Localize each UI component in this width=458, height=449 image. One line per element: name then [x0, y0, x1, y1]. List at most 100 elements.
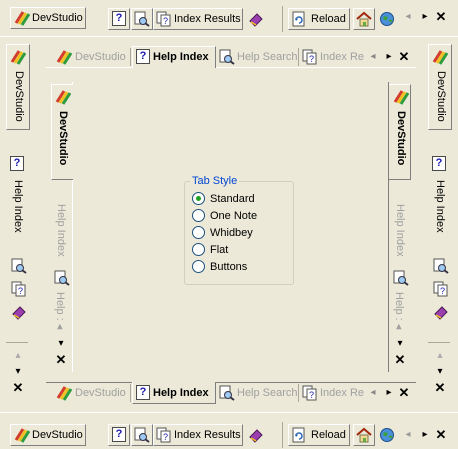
tab-close-button[interactable]: ✕ [398, 50, 410, 63]
reload-button[interactable]: Reload [288, 424, 350, 446]
home-icon [356, 11, 372, 27]
tab-devstudio[interactable]: DevStudio [54, 48, 130, 68]
svg-text:?: ? [163, 432, 168, 442]
scroll-right-button[interactable]: ▸ [419, 429, 431, 441]
close-button[interactable]: ✕ [435, 10, 447, 23]
book-button[interactable] [245, 8, 267, 30]
tab-scroll-down-button[interactable]: ▾ [55, 338, 67, 350]
web-button[interactable] [376, 424, 398, 446]
radio-one-note[interactable]: One Note [192, 209, 288, 224]
purple-book-icon[interactable] [433, 304, 449, 320]
help-book-icon: ? [136, 49, 150, 64]
tab-help-index-label: Help Index [55, 204, 67, 257]
tab-help-index[interactable]: ? Help Index [132, 46, 216, 68]
purple-book-icon[interactable] [11, 304, 27, 320]
tab-help-index-label: Help Index [153, 387, 209, 399]
index-results-icon: ? [156, 11, 171, 27]
tab-scroll-left-button[interactable]: ◂ [367, 387, 379, 399]
help-book-icon: ? [136, 385, 150, 400]
svg-text:?: ? [309, 390, 314, 400]
index-results-button[interactable]: ? Index Results [153, 8, 243, 30]
tab-help-index-vertical[interactable]: ? Help Index [428, 152, 452, 242]
tab-help-index-vertical[interactable]: Help Index [51, 180, 73, 268]
tab-help-search[interactable]: Help Search [218, 48, 298, 68]
tab-index-results[interactable]: ? Index Re [301, 48, 369, 68]
index-results-icon: ? [156, 427, 171, 443]
tab-close-button[interactable]: ✕ [398, 386, 410, 399]
radio-standard[interactable]: Standard [192, 192, 288, 207]
tab-style-group: Tab Style Standard One Note Whidbey Flat… [184, 175, 294, 285]
search-doc-icon[interactable] [393, 270, 409, 286]
help-book-icon: ? [10, 156, 24, 171]
tab-scroll-right-button[interactable]: ▸ [383, 387, 395, 399]
tab-close-button[interactable]: ✕ [394, 353, 406, 366]
tab-scroll-left-button[interactable]: ◂ [367, 51, 379, 63]
tab-help-search-label: Help Search [237, 51, 298, 63]
svg-text:?: ? [309, 54, 314, 64]
tab-scroll-down-button[interactable]: ▾ [394, 338, 406, 350]
tab-scroll-up-button[interactable]: ▴ [12, 350, 24, 362]
tab-devstudio[interactable]: DevStudio [54, 384, 130, 404]
radio-button[interactable] [192, 243, 205, 256]
tab-devstudio-vertical[interactable]: DevStudio [389, 84, 411, 180]
tab-close-button[interactable]: ✕ [434, 381, 446, 394]
radio-flat[interactable]: Flat [192, 243, 288, 258]
index-results-label: Index Results [174, 429, 241, 441]
radio-button[interactable] [192, 226, 205, 239]
search-doc-icon [134, 11, 150, 27]
tab-help-index[interactable]: ? Help Index [132, 382, 216, 404]
tab-scroll-down-button[interactable]: ▾ [434, 366, 446, 378]
index-results-icon[interactable]: ? [433, 281, 449, 297]
radio-whidbey[interactable]: Whidbey [192, 226, 288, 241]
tab-scroll-up-button[interactable]: ▴ [434, 350, 446, 362]
tab-help-search-label: Help : ◂ [54, 292, 66, 330]
tab-help-index-vertical[interactable]: Help Index [389, 180, 411, 268]
scroll-left-button[interactable]: ◂ [402, 429, 414, 441]
search-doc-icon[interactable] [54, 270, 70, 286]
radio-buttons[interactable]: Buttons [192, 260, 288, 275]
scroll-right-button[interactable]: ▸ [419, 11, 431, 23]
purple-book-icon [249, 13, 263, 27]
right-inner-tab-strip: DevStudio Help Index Help : ◂ ▾ ✕ [388, 82, 412, 372]
index-results-icon[interactable]: ? [11, 281, 27, 297]
help-search-button[interactable] [131, 8, 153, 30]
tab-help-search[interactable]: Help Search [218, 384, 298, 404]
reload-button[interactable]: Reload [288, 8, 350, 30]
scroll-left-button[interactable]: ◂ [402, 11, 414, 23]
radio-button[interactable] [192, 209, 205, 222]
search-doc-icon[interactable] [433, 258, 449, 274]
radio-label: Flat [210, 244, 229, 256]
web-button[interactable] [376, 8, 398, 30]
index-results-icon: ? [302, 385, 317, 401]
help-index-button[interactable]: ? [108, 424, 130, 446]
tab-devstudio-vertical[interactable]: DevStudio [6, 44, 30, 130]
radio-label: One Note [210, 210, 258, 222]
index-results-button[interactable]: ? Index Results [153, 424, 243, 446]
left-inner-tab-strip: DevStudio Help Index Help : ◂ ▾ ✕ [50, 82, 74, 372]
devstudio-button[interactable]: DevStudio [10, 7, 86, 29]
reload-icon [292, 427, 305, 443]
home-button[interactable] [353, 424, 375, 446]
book-button[interactable] [245, 424, 267, 446]
tab-devstudio-label: DevStudio [13, 71, 25, 122]
tab-devstudio-label: DevStudio [57, 111, 69, 166]
help-index-button[interactable]: ? [108, 8, 130, 30]
tab-help-index-vertical[interactable]: ? Help Index [6, 152, 30, 242]
tab-close-button[interactable]: ✕ [12, 381, 24, 394]
tab-devstudio-label: DevStudio [395, 111, 407, 166]
devstudio-label: DevStudio [32, 12, 83, 24]
tab-index-results[interactable]: ? Index Re [301, 384, 369, 404]
tab-devstudio-vertical[interactable]: DevStudio [51, 84, 73, 180]
help-search-button[interactable] [131, 424, 153, 446]
devstudio-button[interactable]: DevStudio [10, 424, 86, 446]
tab-scroll-right-button[interactable]: ▸ [383, 51, 395, 63]
purple-book-icon [249, 429, 263, 443]
radio-button[interactable] [192, 192, 205, 205]
search-doc-icon[interactable] [11, 258, 27, 274]
tab-devstudio-vertical[interactable]: DevStudio [428, 44, 452, 130]
tab-close-button[interactable]: ✕ [55, 353, 67, 366]
tab-scroll-down-button[interactable]: ▾ [12, 366, 24, 378]
home-button[interactable] [353, 8, 375, 30]
radio-button[interactable] [192, 260, 205, 273]
close-button[interactable]: ✕ [435, 428, 447, 441]
